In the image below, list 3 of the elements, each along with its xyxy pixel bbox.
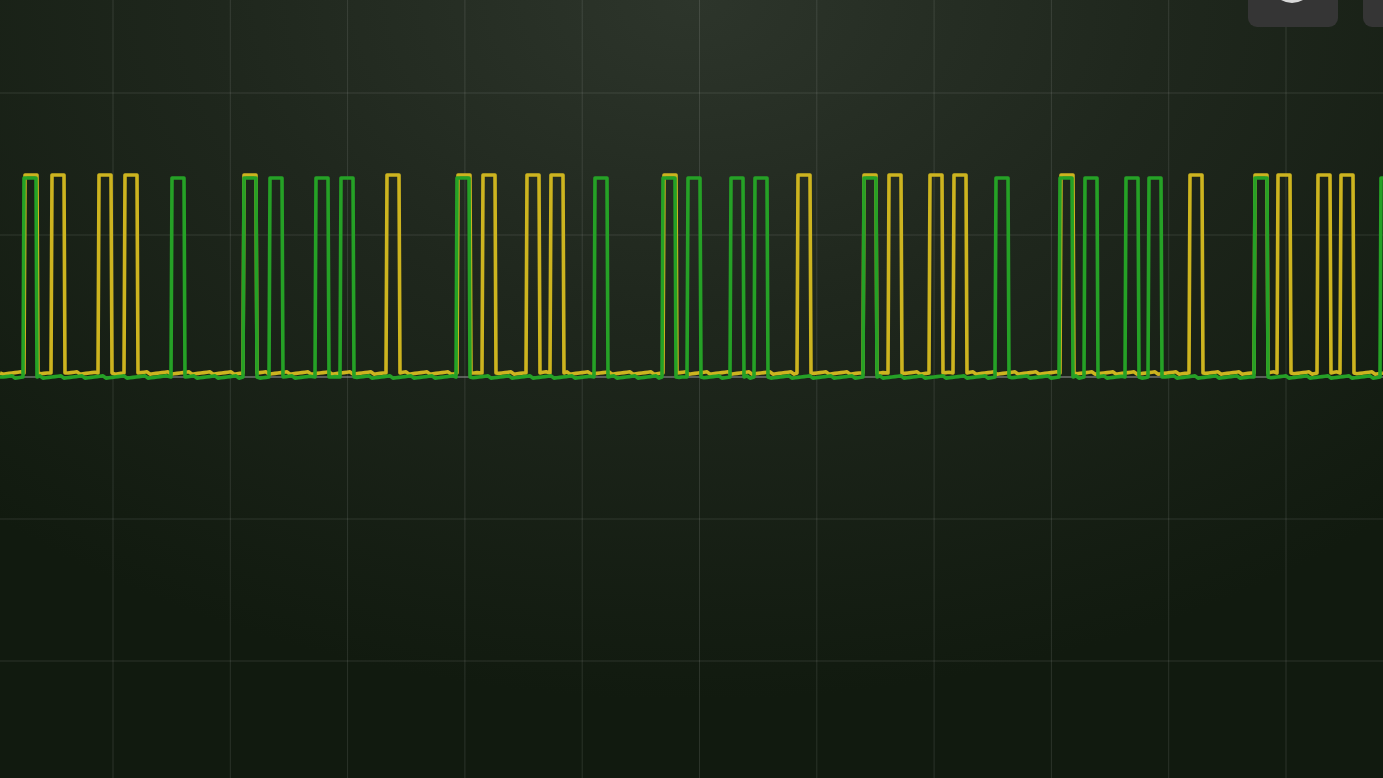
toolbar-button[interactable] xyxy=(1363,0,1383,27)
arc-icon xyxy=(1281,0,1303,4)
toolbar-button[interactable] xyxy=(1248,0,1338,27)
